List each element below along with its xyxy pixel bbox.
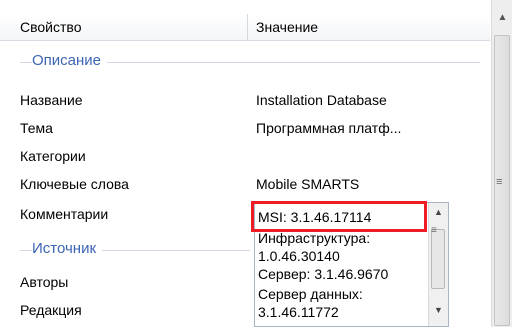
comment-line: 1.0.46.30140 <box>258 248 340 264</box>
comment-line: Инфраструктура: <box>258 230 371 246</box>
vertical-scrollbar[interactable]: ▲ ≡ <box>491 0 512 327</box>
property-name: Авторы <box>20 274 69 290</box>
highlight-box <box>251 201 427 232</box>
grip-icon: ≡ <box>496 176 503 188</box>
chevron-down-icon[interactable]: ▼ <box>429 305 448 315</box>
property-name: Название <box>20 92 83 108</box>
property-row-categories[interactable]: Категории <box>0 146 488 168</box>
chevron-up-icon[interactable]: ▲ <box>429 207 448 217</box>
comment-line: Сервер данных: <box>258 286 363 302</box>
comment-line: 3.1.46.11772 <box>258 304 339 320</box>
value-column-header[interactable]: Значение <box>256 19 318 35</box>
group-description: Описание <box>0 52 488 72</box>
property-row-keywords[interactable]: Ключевые слова Mobile SMARTS <box>0 174 488 196</box>
property-row-subject[interactable]: Тема Программная платф... <box>0 118 488 140</box>
property-name: Тема <box>20 120 53 136</box>
property-grid-header: Свойство Значение <box>0 14 490 41</box>
comments-scrollbar[interactable]: ▲ ≡ ▼ <box>428 203 448 326</box>
comments-scroll-thumb[interactable] <box>431 229 445 289</box>
chevron-up-icon[interactable]: ▲ <box>492 0 512 34</box>
group-title-description: Описание <box>32 52 108 69</box>
property-name: Редакция <box>20 302 82 318</box>
column-divider[interactable] <box>247 14 248 40</box>
group-title-source: Источник <box>32 240 103 257</box>
property-value[interactable]: Программная платф... <box>256 120 401 136</box>
group-source: Источник <box>0 240 250 260</box>
property-value[interactable]: Installation Database <box>256 92 387 108</box>
property-column-header[interactable]: Свойство <box>20 19 81 35</box>
grip-icon: ≡ <box>431 225 437 236</box>
property-name: Комментарии <box>20 206 109 222</box>
property-name: Ключевые слова <box>20 176 129 192</box>
property-value[interactable]: Mobile SMARTS <box>256 176 359 192</box>
property-name: Категории <box>20 148 86 164</box>
comment-line: Сервер: 3.1.46.9670 <box>258 266 389 282</box>
property-row-title[interactable]: Название Installation Database <box>0 90 488 112</box>
